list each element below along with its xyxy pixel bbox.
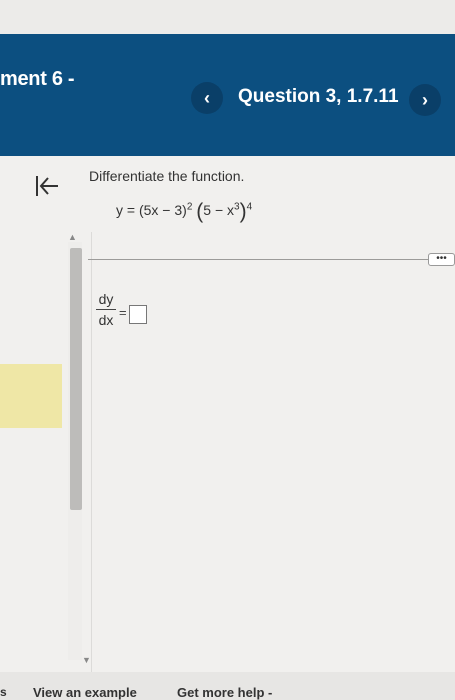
equation-inner: 5 − x bbox=[203, 202, 235, 218]
more-options-button[interactable]: ••• bbox=[428, 253, 455, 266]
derivative-numerator: dy bbox=[98, 291, 114, 307]
derivative-denominator: dx bbox=[98, 312, 114, 328]
get-more-help-button[interactable]: Get more help - bbox=[177, 685, 272, 700]
chevron-right-icon: › bbox=[422, 89, 428, 110]
panel-divider bbox=[91, 232, 92, 672]
scroll-down-arrow-icon[interactable]: ▼ bbox=[82, 655, 91, 665]
section-divider bbox=[88, 259, 430, 260]
view-example-button[interactable]: View an example bbox=[33, 685, 137, 700]
question-prompt: Differentiate the function. bbox=[89, 168, 245, 184]
next-question-button[interactable]: › bbox=[409, 84, 441, 116]
highlighted-question-item[interactable] bbox=[0, 364, 62, 428]
fraction-bar bbox=[96, 309, 116, 310]
equation-close-paren: ) bbox=[239, 200, 247, 223]
browser-top-strip bbox=[0, 0, 455, 34]
question-label: Question 3, 1.7.11 bbox=[238, 86, 399, 107]
footer-left-fragment: s bbox=[0, 685, 7, 699]
scrollbar-thumb[interactable] bbox=[70, 248, 82, 510]
collapse-panel-icon[interactable] bbox=[34, 173, 60, 199]
assignment-title: ment 6 - bbox=[0, 68, 75, 90]
previous-question-button[interactable]: ‹ bbox=[191, 82, 223, 114]
scroll-up-arrow-icon[interactable]: ▲ bbox=[68, 232, 77, 242]
equals-sign: = bbox=[119, 305, 127, 320]
derivative-fraction: dy dx bbox=[96, 291, 116, 328]
equation-exponent-2: 4 bbox=[246, 201, 253, 213]
function-equation: y = (5x − 3)2 (5 − x3)4 bbox=[116, 200, 252, 224]
chevron-left-icon: ‹ bbox=[204, 87, 210, 108]
equation-exponent-1: 2 bbox=[186, 201, 193, 213]
equation-lhs: y = (5x − 3) bbox=[116, 202, 187, 218]
answer-input[interactable] bbox=[129, 305, 147, 324]
